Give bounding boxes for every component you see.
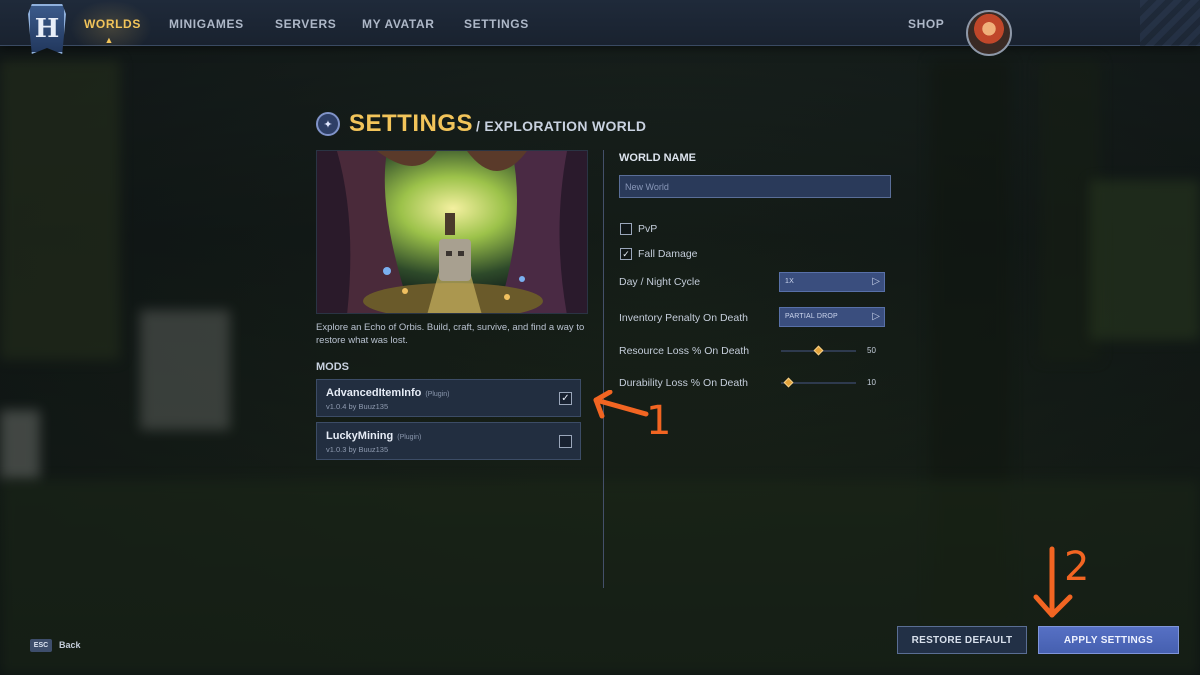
checkmark-icon: ✓ [622, 249, 630, 259]
background-tree-left [0, 60, 120, 360]
checkmark-icon: ✓ [561, 393, 570, 404]
nav-tab-minigames[interactable]: MINIGAMES [169, 17, 244, 31]
day-night-select[interactable]: 1X ▷ [779, 272, 885, 292]
mod-enable-checkbox[interactable]: ✓ [559, 392, 572, 405]
annotation-arrow-1 [593, 390, 649, 419]
fall-damage-checkbox[interactable]: ✓ [620, 248, 632, 260]
durability-loss-label: Durability Loss % On Death [619, 377, 748, 389]
player-avatar[interactable] [966, 10, 1012, 56]
annotation-number-2: 2 [1064, 544, 1090, 590]
nav-active-caret-icon: ▲ [104, 35, 114, 45]
resource-loss-value: 50 [867, 346, 876, 355]
world-preview-image [316, 150, 588, 314]
top-nav-bar: WORLDS ▲ MINIGAMES SERVERS MY AVATAR SET… [0, 0, 1200, 46]
resource-loss-slider-handle[interactable] [813, 345, 823, 356]
inventory-penalty-select[interactable]: PARTIAL DROP ▷ [779, 307, 885, 327]
mod-meta: v1.0.4 by Buuz135 [326, 402, 389, 411]
play-arrow-icon: ▷ [872, 311, 880, 322]
apply-settings-button[interactable]: APPLY SETTINGS [1038, 626, 1179, 654]
background-ruin-mid [0, 410, 40, 480]
mod-name-text: AdvancedItemInfo [326, 387, 422, 399]
durability-loss-value: 10 [867, 378, 876, 387]
pvp-checkbox[interactable] [620, 223, 632, 235]
nav-tab-settings[interactable]: SETTINGS [464, 17, 529, 31]
mod-name: LuckyMining (Plugin) [326, 430, 421, 442]
mod-card-luckymining[interactable]: LuckyMining (Plugin) v1.0.3 by Buuz135 [316, 422, 581, 460]
durability-loss-slider-handle[interactable] [783, 377, 793, 388]
nav-shop[interactable]: SHOP [908, 17, 944, 31]
restore-default-button[interactable]: RESTORE DEFAULT [897, 626, 1027, 654]
mod-meta: v1.0.3 by Buuz135 [326, 445, 389, 454]
logo-letter: H [34, 14, 60, 44]
world-name-input[interactable] [619, 175, 891, 198]
world-name-heading: WORLD NAME [619, 152, 696, 164]
topbar-decoration [1140, 0, 1200, 46]
nav-tab-worlds[interactable]: WORLDS [84, 17, 141, 31]
forest-illustration [317, 151, 587, 313]
world-description: Explore an Echo of Orbis. Build, craft, … [316, 322, 585, 346]
mod-name-text: LuckyMining [326, 430, 394, 442]
mod-tag: (Plugin) [397, 434, 422, 441]
mods-heading: MODS [316, 361, 349, 373]
day-night-label: Day / Night Cycle [619, 276, 701, 288]
mod-enable-checkbox[interactable] [559, 435, 572, 448]
nav-tab-my-avatar[interactable]: MY AVATAR [362, 17, 435, 31]
play-arrow-icon: ▷ [872, 276, 880, 287]
annotation-number-1: 1 [646, 398, 672, 444]
pvp-label: PvP [638, 223, 658, 235]
inventory-penalty-label: Inventory Penalty On Death [619, 312, 748, 324]
background-foliage-right [1090, 180, 1200, 340]
page-subtitle: / EXPLORATION WORLD [476, 118, 647, 134]
background-ruin-left [140, 310, 230, 430]
page-title: SETTINGS [349, 110, 474, 137]
esc-key-badge[interactable]: ESC [30, 639, 52, 652]
back-label[interactable]: Back [59, 640, 81, 650]
mod-tag: (Plugin) [425, 391, 450, 398]
column-divider [603, 150, 604, 588]
mod-name: AdvancedItemInfo (Plugin) [326, 387, 449, 399]
nav-tab-servers[interactable]: SERVERS [275, 17, 336, 31]
mod-card-advanceditemiinfo[interactable]: AdvancedItemInfo (Plugin) v1.0.4 by Buuz1… [316, 379, 581, 417]
fall-damage-label: Fall Damage [638, 248, 698, 260]
resource-loss-label: Resource Loss % On Death [619, 345, 750, 357]
game-logo[interactable]: H [28, 4, 66, 54]
inventory-penalty-value: PARTIAL DROP [785, 313, 838, 320]
settings-emblem-icon: ✦ [316, 112, 340, 136]
day-night-value: 1X [785, 278, 794, 285]
